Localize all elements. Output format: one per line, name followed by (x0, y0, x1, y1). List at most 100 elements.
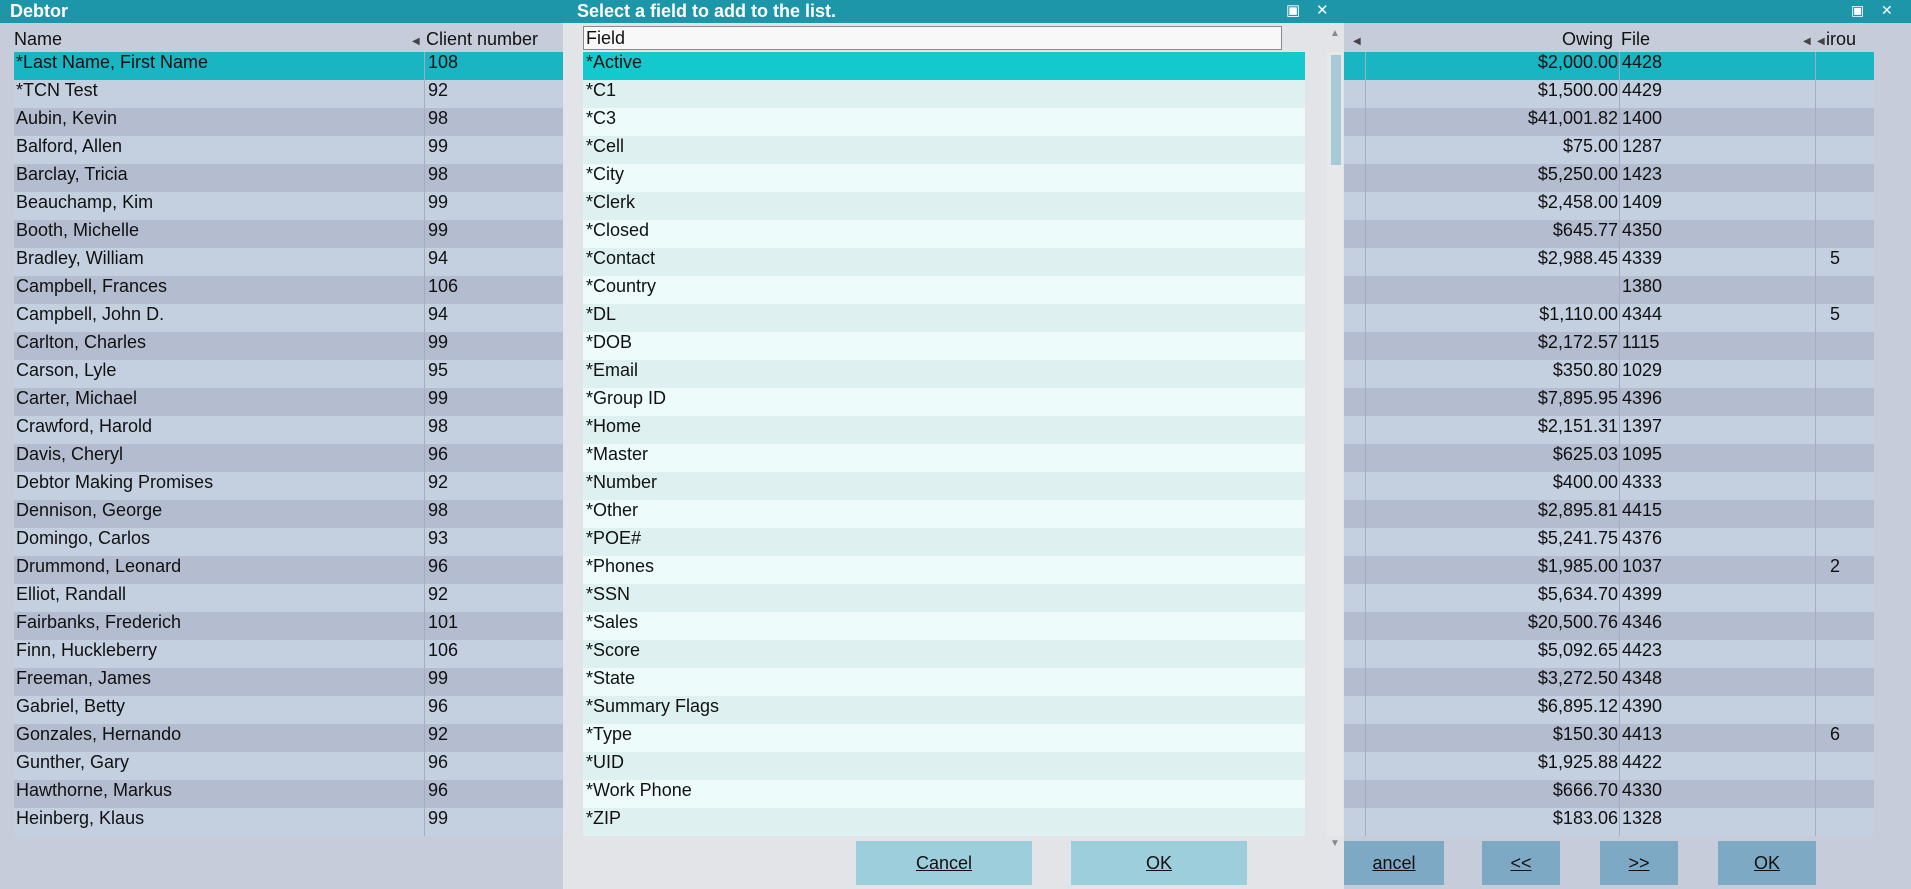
list-item[interactable]: *DL (583, 304, 1305, 332)
name-cell: Balford, Allen (16, 136, 123, 156)
file-cell: 1380 (1622, 276, 1663, 296)
list-item[interactable]: *Phones (583, 556, 1305, 584)
list-item[interactable]: *C3 (583, 108, 1305, 136)
list-item[interactable]: *C1 (583, 80, 1305, 108)
list-item[interactable]: *Clerk (583, 192, 1305, 220)
list-item[interactable]: *Sales (583, 612, 1305, 640)
sort-arrow-icon[interactable]: ◀ (1353, 36, 1361, 47)
list-item[interactable]: *POE# (583, 528, 1305, 556)
list-item[interactable]: *ZIP (583, 808, 1305, 836)
client-number-cell: 101 (428, 612, 459, 632)
file-cell: 1328 (1622, 808, 1663, 828)
list-scrollbar[interactable] (1327, 52, 1343, 836)
ok-button[interactable]: OK (1071, 841, 1247, 885)
list-item[interactable]: *Contact (583, 248, 1305, 276)
client-number-cell: 99 (428, 136, 449, 156)
cancel-button[interactable]: Cancel (856, 841, 1032, 885)
field-list[interactable]: *Active *C1 *C3 *Cell *City *Clerk *Closed *Con… (583, 52, 1305, 836)
list-item[interactable]: *Home (583, 416, 1305, 444)
name-cell: Heinberg, Klaus (16, 808, 145, 828)
list-item[interactable]: *State (583, 668, 1305, 696)
ok-button[interactable]: OK (1718, 841, 1816, 885)
maximize-icon[interactable]: ▣ (1851, 2, 1864, 19)
column-header-owing[interactable]: Owing (1562, 26, 1613, 52)
list-item[interactable]: *Cell (583, 136, 1305, 164)
list-item[interactable]: *Email (583, 360, 1305, 388)
client-number-cell: 99 (428, 668, 449, 688)
column-header-client-number[interactable]: Client number (426, 26, 538, 52)
list-item[interactable]: *Closed (583, 220, 1305, 248)
name-cell: Dennison, George (16, 500, 163, 520)
owing-cell: $5,092.65 (1537, 640, 1618, 660)
owing-cell: $41,001.82 (1527, 108, 1618, 128)
client-number-cell: 96 (428, 556, 449, 576)
client-number-cell: 98 (428, 108, 449, 128)
scroll-up-icon[interactable]: ▲ (1330, 28, 1340, 39)
list-item[interactable]: *DOB (583, 332, 1305, 360)
list-item[interactable]: *SSN (583, 584, 1305, 612)
maximize-icon[interactable]: ▣ (1286, 1, 1300, 19)
owing-cell: $2,458.00 (1537, 192, 1618, 212)
name-cell: Campbell, John D. (16, 304, 165, 324)
file-cell: 1037 (1622, 556, 1663, 576)
file-cell: 4428 (1622, 52, 1663, 72)
client-number-cell: 99 (428, 332, 449, 352)
file-cell: 4350 (1622, 220, 1663, 240)
list-item[interactable]: *Work Phone (583, 780, 1305, 808)
close-icon[interactable]: ✕ (1881, 2, 1893, 19)
client-number-cell: 95 (428, 360, 449, 380)
name-cell: Carlton, Charles (16, 332, 147, 352)
client-number-cell: 108 (428, 52, 459, 72)
owing-cell: $20,500.76 (1527, 612, 1618, 632)
sort-arrow-icon[interactable]: ◀ (412, 36, 420, 47)
list-item[interactable]: *City (583, 164, 1305, 192)
owing-cell: $350.80 (1552, 360, 1618, 380)
name-cell: Elliot, Randall (16, 584, 127, 604)
scrollbar-thumb[interactable] (1331, 55, 1341, 165)
list-item[interactable]: *UID (583, 752, 1305, 780)
column-header-name[interactable]: Name (14, 26, 62, 52)
group-cell: 2 (1830, 556, 1841, 576)
list-item[interactable]: *Group ID (583, 388, 1305, 416)
list-item[interactable]: *Other (583, 500, 1305, 528)
owing-cell: $5,250.00 (1537, 164, 1618, 184)
owing-cell: $183.06 (1552, 808, 1618, 828)
client-number-cell: 99 (428, 192, 449, 212)
field-column-header[interactable]: Field (583, 26, 1282, 50)
previous-page-button[interactable]: << (1482, 841, 1560, 885)
close-icon[interactable]: ✕ (1316, 1, 1329, 19)
list-item[interactable]: *Number (583, 472, 1305, 500)
name-cell: Gonzales, Hernando (16, 724, 182, 744)
owing-cell: $1,110.00 (1539, 304, 1618, 324)
owing-cell: $2,000.00 (1537, 52, 1618, 72)
list-item[interactable]: *Country (583, 276, 1305, 304)
name-cell: Davis, Cheryl (16, 444, 124, 464)
file-cell: 4339 (1622, 248, 1663, 268)
owing-cell (1496, 276, 1618, 304)
client-number-cell: 96 (428, 696, 449, 716)
cancel-button[interactable]: ancel (1344, 841, 1444, 885)
owing-cell: $3,272.50 (1537, 668, 1618, 688)
owing-cell: $645.77 (1552, 220, 1618, 240)
name-cell: Drummond, Leonard (16, 556, 182, 576)
scroll-down-icon[interactable]: ▼ (1330, 838, 1340, 849)
name-cell: Crawford, Harold (16, 416, 153, 436)
group-cell: 5 (1830, 304, 1841, 324)
client-number-cell: 92 (428, 584, 449, 604)
list-item[interactable]: *Summary Flags (583, 696, 1305, 724)
list-item[interactable]: *Type (583, 724, 1305, 752)
list-item[interactable]: *Active (583, 52, 1305, 80)
client-number-cell: 94 (428, 304, 449, 324)
file-cell: 4413 (1622, 724, 1663, 744)
column-header-group[interactable]: irou (1826, 26, 1856, 52)
list-item[interactable]: *Master (583, 444, 1305, 472)
client-number-cell: 98 (428, 164, 449, 184)
sort-arrow-icon[interactable]: ◀ (1803, 36, 1811, 47)
next-page-button[interactable]: >> (1600, 841, 1678, 885)
list-item[interactable]: *Score (583, 640, 1305, 668)
sort-arrow-icon[interactable]: ◀ (1817, 36, 1825, 47)
dialog-title-bar: Select a field to add to the list. ▣ ✕ (563, 0, 1344, 23)
column-header-file[interactable]: File (1621, 26, 1650, 52)
client-number-cell: 99 (428, 388, 449, 408)
client-number-cell: 99 (428, 220, 449, 240)
